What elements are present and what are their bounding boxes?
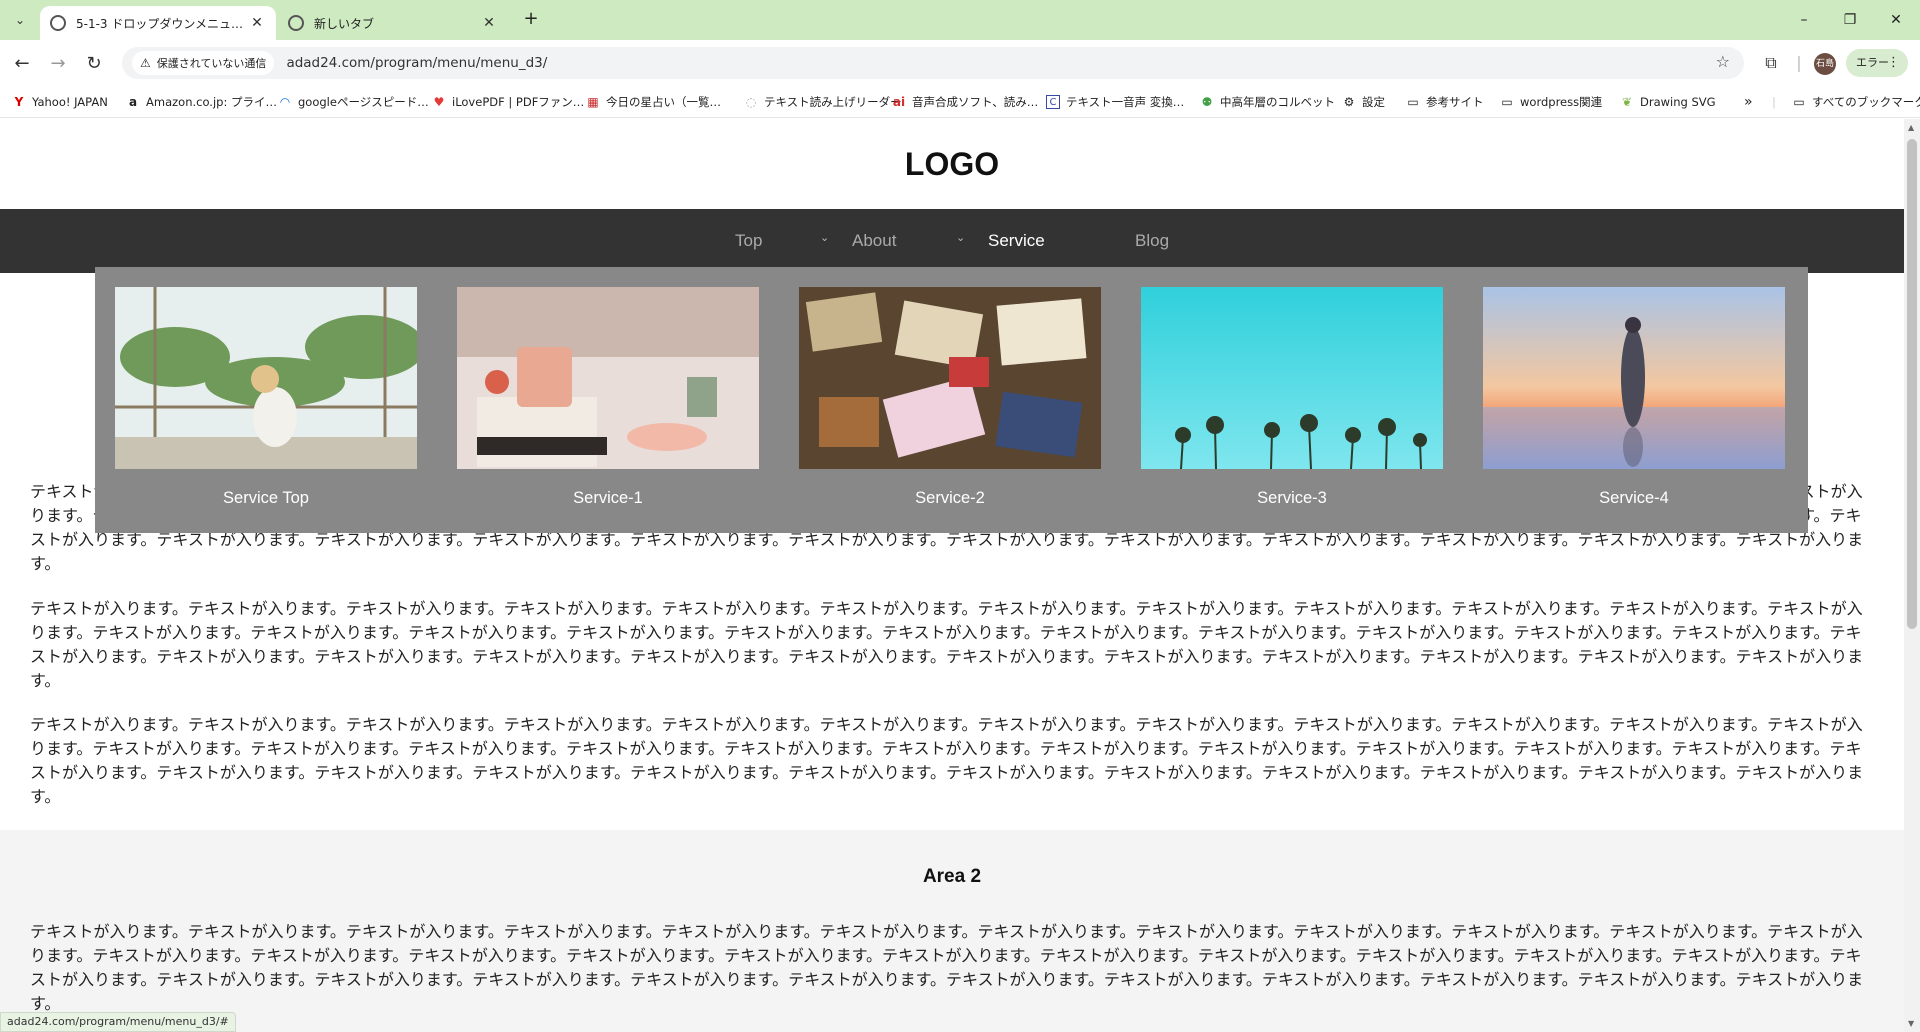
dropdown-caption: Service-2 (915, 489, 985, 507)
dropdown-caption: Service Top (223, 489, 309, 507)
reader-icon: ◌ (745, 95, 757, 109)
bookmark-item[interactable]: ⚙ 設定 (1342, 93, 1385, 111)
back-arrow-icon[interactable]: ← (8, 50, 36, 78)
bookmark-item[interactable]: ▭ wordpress関連 (1500, 93, 1602, 111)
error-button[interactable]: エラー ⋮ (1846, 49, 1908, 77)
tab-search-button[interactable]: ⌄ (8, 8, 32, 32)
amazon-icon: a (128, 95, 138, 109)
tab-title: 新しいタブ (314, 16, 375, 31)
bookmark-item[interactable]: ❦ Drawing SVG (1620, 93, 1716, 111)
star-icon[interactable]: ☆ (1716, 52, 1730, 71)
forward-arrow-icon[interactable]: → (44, 50, 72, 78)
bookmark-item[interactable]: ai 音声合成ソフト、読み… (892, 93, 1038, 111)
extensions-icon[interactable]: ⧉ (1758, 50, 1784, 76)
bookmark-item[interactable]: a Amazon.co.jp: プライ… (126, 93, 277, 111)
bookmark-item[interactable]: ♥ iLovePDF | PDFファン… (432, 93, 585, 111)
folder-icon: ▭ (1501, 95, 1513, 109)
bookmark-item[interactable]: ▦ 今日の星占い（一覧… (586, 93, 721, 111)
photo-woman-window (115, 287, 417, 469)
nav-item-blog[interactable]: Blog (1135, 209, 1169, 273)
section-heading: Area 2 (922, 866, 982, 887)
area-2: Area 2 テキストが入ります。テキストが入ります。テキストが入ります。テキス… (0, 830, 1904, 1032)
android-icon: ⚉ (1201, 95, 1213, 109)
calendar-icon: ▦ (587, 95, 599, 109)
nav-item-about[interactable]: About (852, 209, 896, 273)
url-text[interactable]: adad24.com/program/menu/menu_d3/ (286, 55, 547, 71)
c-icon: C (1046, 95, 1060, 109)
chevron-down-icon: ⌄ (14, 13, 26, 27)
dropdown-item-service-3[interactable]: Service-3 (1141, 287, 1443, 508)
close-tab-icon[interactable]: ✕ (248, 15, 266, 31)
address-bar[interactable]: ⚠ 保護されていない通信 adad24.com/program/menu/men… (122, 47, 1744, 79)
close-window-button[interactable]: ✕ (1876, 8, 1916, 32)
heart-icon: ♥ (433, 95, 445, 109)
reload-icon[interactable]: ↻ (80, 50, 108, 78)
status-bar-url: adad24.com/program/menu/menu_d3/# (0, 1012, 236, 1032)
y-icon: Y (14, 95, 24, 109)
chrome-icon (288, 15, 304, 31)
photo-palm-sky (1141, 287, 1443, 469)
leaf-icon: ❦ (1621, 95, 1633, 109)
bookmark-item[interactable]: Y Yahoo! JAPAN (12, 93, 108, 111)
main-nav: Top ⌄ About ⌄ Service Blog (0, 209, 1904, 273)
divider: | (1796, 53, 1802, 72)
folder-icon: ▭ (1407, 95, 1419, 109)
body-paragraph: テキストが入ります。テキストが入ります。テキストが入ります。テキストが入ります。… (30, 715, 1864, 806)
body-paragraph: テキストが入ります。テキストが入ります。テキストが入ります。テキストが入ります。… (30, 599, 1864, 690)
restore-button[interactable]: ❐ (1830, 8, 1870, 32)
site-logo[interactable]: LOGO (0, 119, 1904, 209)
bookmark-item[interactable]: ◌ テキスト読み上げリーダー (744, 93, 902, 111)
bookmark-item[interactable]: ⚉ 中高年層のコルベット (1200, 93, 1335, 111)
ai-icon: ai (892, 95, 906, 109)
avatar[interactable]: 石島 (1814, 53, 1836, 75)
photo-books-pile (799, 287, 1101, 469)
chevron-down-icon: ⌄ (820, 231, 830, 244)
divider: | (1772, 95, 1776, 109)
dropdown-item-service-4[interactable]: Service-4 (1483, 287, 1785, 508)
minimize-button[interactable]: – (1784, 8, 1824, 32)
gauge-icon: ◠ (279, 95, 291, 109)
security-chip[interactable]: ⚠ 保護されていない通信 (132, 51, 275, 75)
error-label: エラー (1856, 56, 1889, 69)
dropdown-caption: Service-3 (1257, 489, 1327, 507)
dropdown-caption: Service-1 (573, 489, 643, 507)
all-bookmarks-button[interactable]: ▭ すべてのブックマーク (1792, 93, 1920, 111)
scroll-down-icon[interactable]: ▼ (1908, 1019, 1914, 1028)
bookmarks-bar: Y Yahoo! JAPAN a Amazon.co.jp: プライ… ◠ googl… (0, 86, 1920, 118)
tab-new-tab[interactable]: 新しいタブ ✕ (278, 6, 508, 40)
scroll-up-icon[interactable]: ▲ (1908, 123, 1914, 132)
new-tab-button[interactable]: + (520, 8, 542, 32)
bookmarks-more-button[interactable]: » (1744, 93, 1753, 111)
gear-icon: ⚙ (1343, 95, 1355, 109)
close-tab-icon[interactable]: ✕ (480, 15, 498, 31)
warning-icon: ⚠ (140, 56, 151, 70)
nav-item-service[interactable]: Service (988, 209, 1045, 273)
bookmark-item[interactable]: ◠ googleページスピード… (278, 93, 429, 111)
scrollbar-thumb[interactable] (1907, 139, 1917, 629)
security-label: 保護されていない通信 (156, 57, 267, 70)
photo-desk-mug (457, 287, 759, 469)
dropdown-caption: Service-4 (1599, 489, 1669, 507)
tab-title: 5-1-3 ドロップダウンメニュー（写真 (76, 16, 248, 31)
dropdown-item-service-2[interactable]: Service-2 (799, 287, 1101, 508)
service-dropdown-menu: Service Top Service-1 Service-2 Service-… (95, 267, 1808, 533)
folder-icon: ▭ (1793, 95, 1805, 109)
more-vert-icon: ⋮ (1887, 55, 1900, 70)
body-paragraph: テキストが入ります。テキストが入ります。テキストが入ります。テキストが入ります。… (30, 922, 1864, 1013)
dropdown-item-service-1[interactable]: Service-1 (457, 287, 759, 508)
nav-item-top[interactable]: Top (735, 209, 762, 273)
bookmark-item[interactable]: C テキスト一音声 変換… (1046, 93, 1184, 111)
page-scrollbar[interactable]: ▲ ▼ (1904, 119, 1920, 1032)
chevron-down-icon: ⌄ (956, 231, 966, 244)
tab-active[interactable]: 5-1-3 ドロップダウンメニュー（写真 ✕ (40, 6, 276, 40)
photo-beach-sunset (1483, 287, 1785, 469)
page-viewport: LOGO Top ⌄ About ⌄ Service Blog テキストが入りま… (0, 119, 1904, 1032)
bookmark-item[interactable]: ▭ 参考サイト (1406, 93, 1483, 111)
globe-icon (50, 15, 66, 31)
tab-strip: ⌄ 5-1-3 ドロップダウンメニュー（写真 ✕ 新しいタブ ✕ + – ❐ ✕ (0, 0, 1920, 40)
dropdown-item-service-top[interactable]: Service Top (115, 287, 417, 508)
browser-toolbar: ← → ↻ ⚠ 保護されていない通信 adad24.com/program/me… (0, 40, 1920, 86)
